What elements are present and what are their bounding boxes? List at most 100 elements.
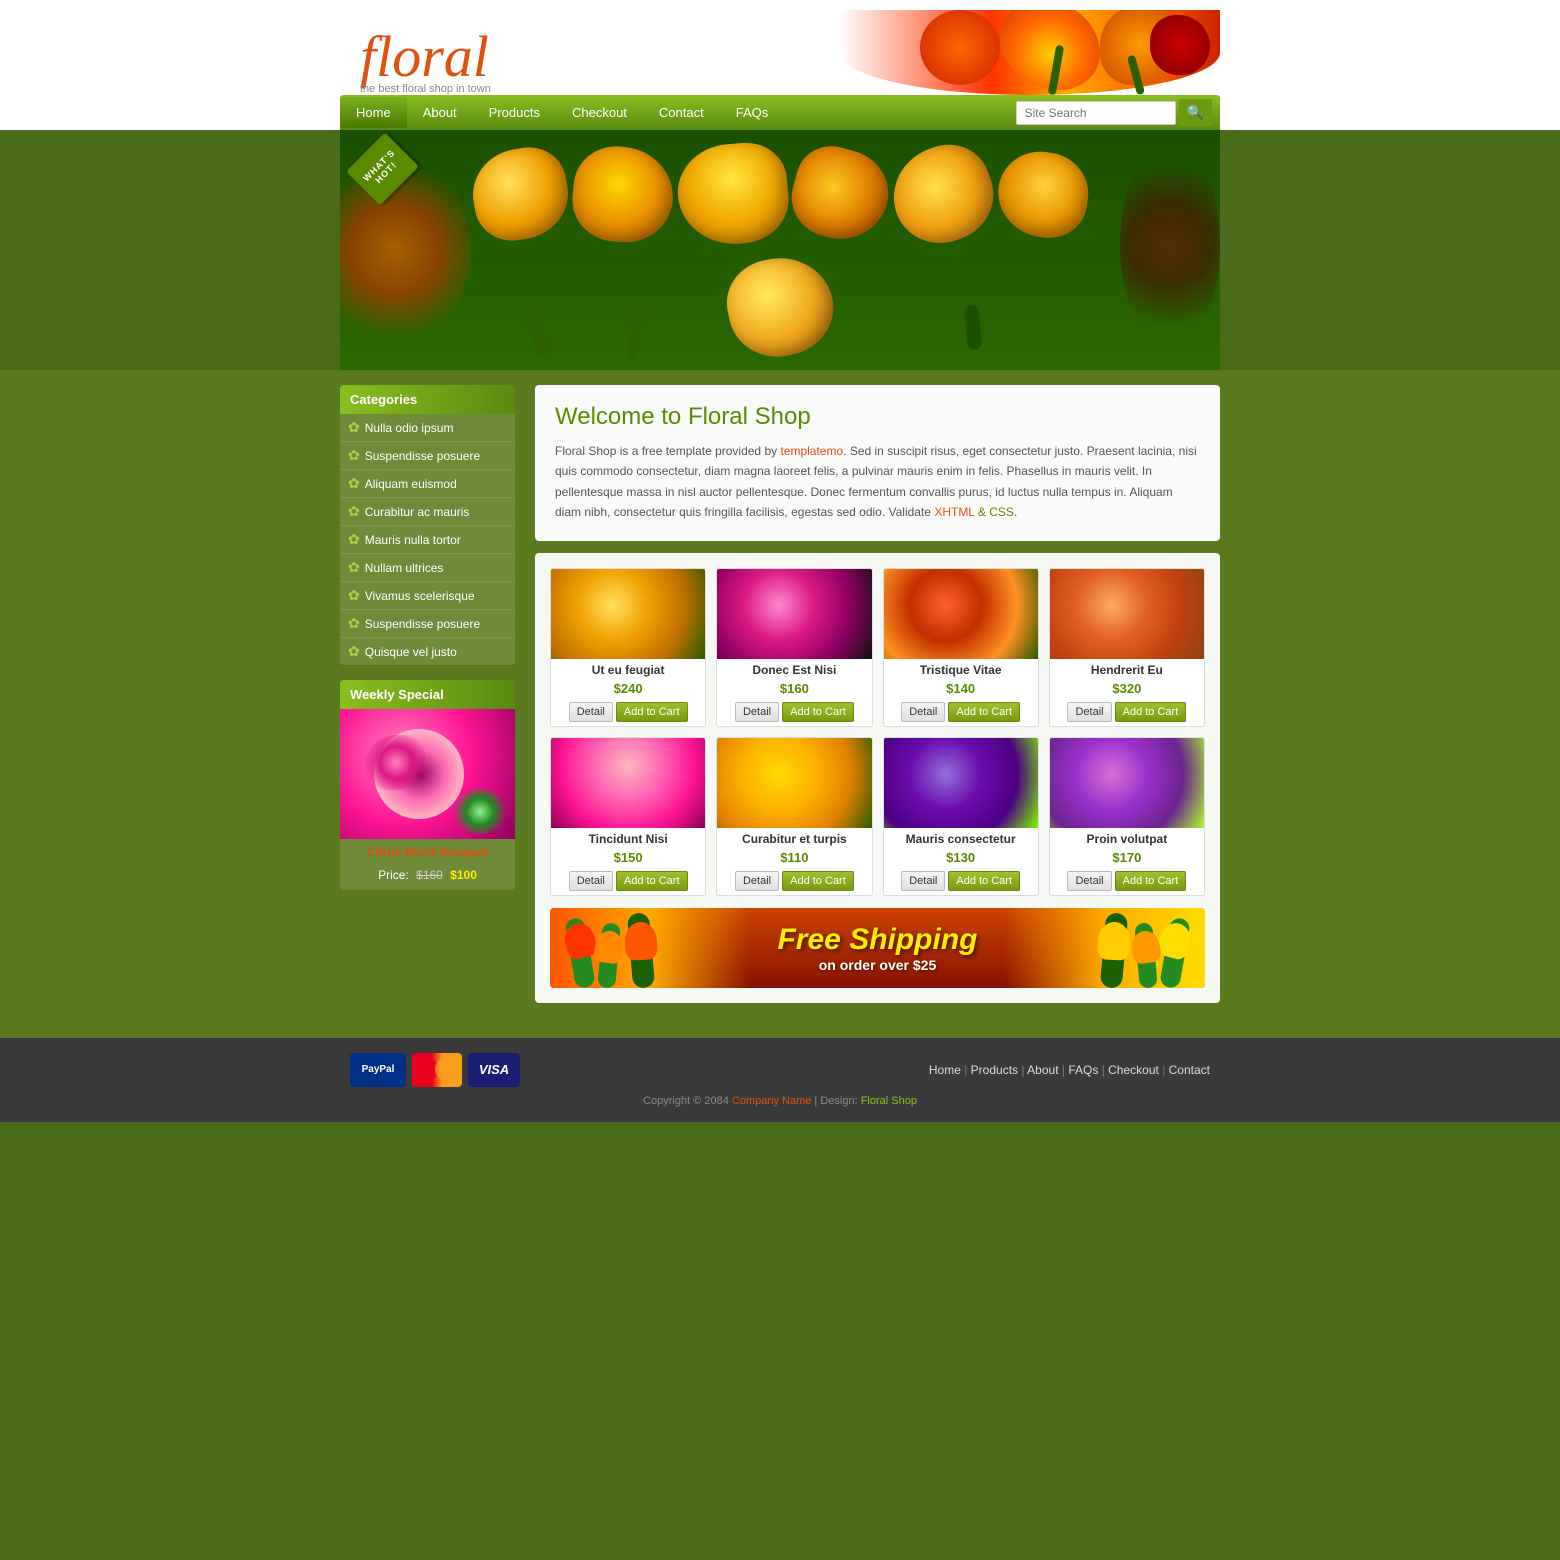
checkout-nav[interactable]: Checkout [556, 97, 643, 128]
cat-bullet-0: ✿ [348, 419, 360, 436]
css-link[interactable]: CSS [989, 505, 1014, 519]
cat-item-8[interactable]: ✿ Quisque vel justo [340, 638, 515, 665]
about-nav[interactable]: About [407, 97, 473, 128]
footer-faqs-link[interactable]: FAQs [1068, 1063, 1098, 1077]
cart-btn-4[interactable]: Add to Cart [616, 871, 688, 891]
logo-text: floral the best floral shop in town [360, 31, 491, 95]
welcome-title: Welcome to Floral Shop [555, 403, 1200, 431]
footer-products-link[interactable]: Products [971, 1063, 1018, 1077]
product-price-1: $160 [717, 679, 871, 698]
product-card-2: Tristique Vitae $140 Detail Add to Cart [883, 568, 1039, 727]
cat-bullet-7: ✿ [348, 615, 360, 632]
product-price-5: $110 [717, 848, 871, 867]
detail-btn-4[interactable]: Detail [569, 871, 613, 891]
cat-item-5[interactable]: ✿ Nullam ultrices [340, 554, 515, 582]
cat-item-6[interactable]: ✿ Vivamus scelerisque [340, 582, 515, 610]
cat-item-2[interactable]: ✿ Aliquam euismod [340, 470, 515, 498]
cat-bullet-5: ✿ [348, 559, 360, 576]
faqs-nav[interactable]: FAQs [720, 97, 785, 128]
product-card-7: Proin volutpat $170 Detail Add to Cart [1049, 737, 1205, 896]
detail-btn-0[interactable]: Detail [569, 702, 613, 722]
cat-bullet-6: ✿ [348, 587, 360, 604]
product-card-5: Curabitur et turpis $110 Detail Add to C… [716, 737, 872, 896]
product-price-7: $170 [1050, 848, 1204, 867]
xhtml-link[interactable]: XHTML [934, 505, 974, 519]
cart-btn-6[interactable]: Add to Cart [948, 871, 1020, 891]
weekly-special-box: Weekly Special Citrus Burst Bouquet Pric… [340, 680, 515, 890]
product-img-5 [717, 738, 871, 828]
product-card-3: Hendrerit Eu $320 Detail Add to Cart [1049, 568, 1205, 727]
mastercard-logo [412, 1053, 462, 1087]
categories-box: Categories ✿ Nulla odio ipsum ✿ Suspendi… [340, 385, 515, 665]
cart-btn-5[interactable]: Add to Cart [782, 871, 854, 891]
welcome-text: Floral Shop is a free template provided … [555, 441, 1200, 523]
home-nav[interactable]: Home [340, 97, 407, 128]
hero-banner: WHAT'S HOT! [340, 130, 1220, 370]
detail-btn-3[interactable]: Detail [1067, 702, 1111, 722]
product-img-0 [551, 569, 705, 659]
product-name-5: Curabitur et turpis [717, 828, 871, 848]
paypal-logo: PayPal [350, 1053, 406, 1087]
nav-bar: Home About Products Checkout Contact FAQ… [340, 95, 1220, 130]
main-content: Welcome to Floral Shop Floral Shop is a … [535, 385, 1220, 1003]
cart-btn-1[interactable]: Add to Cart [782, 702, 854, 722]
product-name-6: Mauris consectetur [884, 828, 1038, 848]
product-img-6 [884, 738, 1038, 828]
visa-logo: VISA [468, 1053, 520, 1087]
cat-bullet-8: ✿ [348, 643, 360, 660]
product-price-6: $130 [884, 848, 1038, 867]
shipping-sub-text: on order over $25 [777, 957, 977, 973]
footer-home-link[interactable]: Home [929, 1063, 961, 1077]
categories-title: Categories [340, 385, 515, 414]
product-price-3: $320 [1050, 679, 1204, 698]
cart-btn-2[interactable]: Add to Cart [948, 702, 1020, 722]
footer-nav: Home | Products | About | FAQs | Checkou… [929, 1063, 1210, 1077]
product-img-4 [551, 738, 705, 828]
cart-btn-7[interactable]: Add to Cart [1115, 871, 1187, 891]
product-name-2: Tristique Vitae [884, 659, 1038, 679]
product-img-3 [1050, 569, 1204, 659]
product-price-4: $150 [551, 848, 705, 867]
products-nav[interactable]: Products [473, 97, 556, 128]
detail-btn-1[interactable]: Detail [735, 702, 779, 722]
search-button[interactable]: 🔍 [1179, 99, 1212, 126]
payment-logos: PayPal VISA [350, 1053, 520, 1087]
product-name-7: Proin volutpat [1050, 828, 1204, 848]
cat-item-4[interactable]: ✿ Mauris nulla tortor [340, 526, 515, 554]
cat-bullet-2: ✿ [348, 475, 360, 492]
detail-btn-2[interactable]: Detail [901, 702, 945, 722]
product-price-0: $240 [551, 679, 705, 698]
cat-bullet-3: ✿ [348, 503, 360, 520]
templatemo-link[interactable]: templatemo [780, 444, 843, 458]
detail-btn-5[interactable]: Detail [735, 871, 779, 891]
cat-item-0[interactable]: ✿ Nulla odio ipsum [340, 414, 515, 442]
footer: PayPal VISA Home | Products | About | FA… [0, 1038, 1560, 1122]
detail-btn-6[interactable]: Detail [901, 871, 945, 891]
search-input[interactable] [1016, 101, 1176, 125]
footer-checkout-link[interactable]: Checkout [1108, 1063, 1159, 1077]
weekly-image[interactable] [340, 709, 515, 839]
cart-btn-3[interactable]: Add to Cart [1115, 702, 1187, 722]
cat-item-7[interactable]: ✿ Suspendisse posuere [340, 610, 515, 638]
footer-about-link[interactable]: About [1027, 1063, 1058, 1077]
footer-contact-link[interactable]: Contact [1169, 1063, 1210, 1077]
company-name-link[interactable]: Company Name [732, 1095, 811, 1107]
product-card-6: Mauris consectetur $130 Detail Add to Ca… [883, 737, 1039, 896]
shipping-main-text: Free Shipping [777, 923, 977, 957]
footer-bottom: Copyright © 2084 Company Name | Design: … [340, 1095, 1220, 1107]
contact-nav[interactable]: Contact [643, 97, 720, 128]
cart-btn-0[interactable]: Add to Cart [616, 702, 688, 722]
product-name-4: Tincidunt Nisi [551, 828, 705, 848]
weekly-price-label: Price: [378, 868, 409, 882]
weekly-name: Citrus Burst Bouquet [340, 839, 515, 865]
header-flowers [840, 10, 1220, 95]
cat-item-3[interactable]: ✿ Curabitur ac mauris [340, 498, 515, 526]
product-img-1 [717, 569, 871, 659]
product-card-4: Tincidunt Nisi $150 Detail Add to Cart [550, 737, 706, 896]
weekly-price: Price: $160 $100 [340, 865, 515, 890]
product-name-1: Donec Est Nisi [717, 659, 871, 679]
cat-item-1[interactable]: ✿ Suspendisse posuere [340, 442, 515, 470]
floral-shop-link[interactable]: Floral Shop [861, 1095, 917, 1107]
cat-bullet-4: ✿ [348, 531, 360, 548]
detail-btn-7[interactable]: Detail [1067, 871, 1111, 891]
